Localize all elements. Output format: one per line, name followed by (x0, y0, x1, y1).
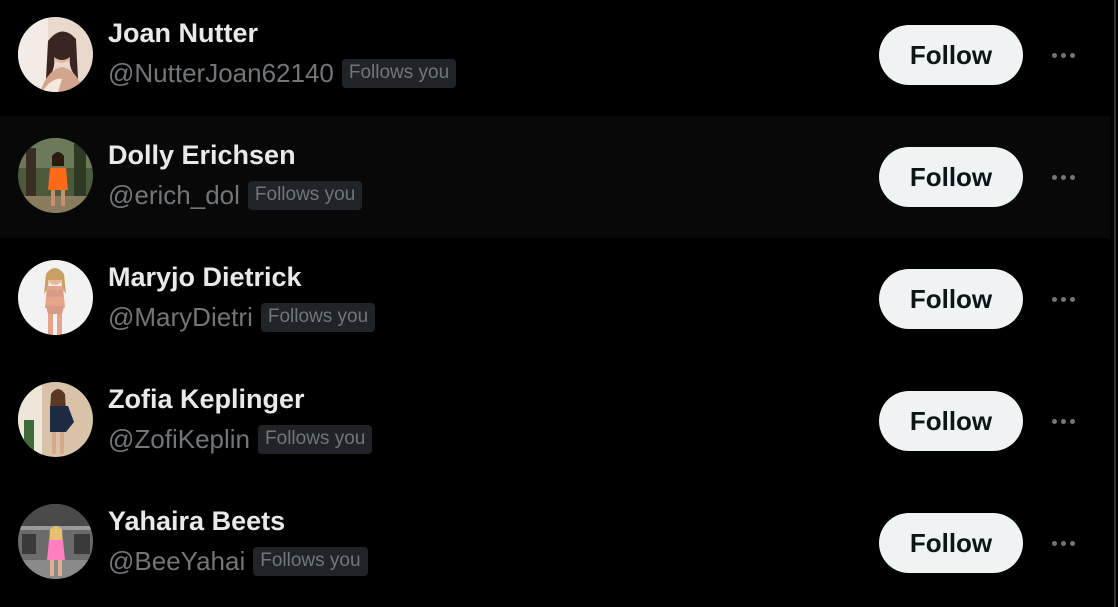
user-handle[interactable]: @erich_dol (108, 178, 240, 212)
display-name[interactable]: Maryjo Dietrick (108, 260, 302, 294)
user-row[interactable]: Zofia Keplinger @ZofiKeplin Follows you … (0, 360, 1110, 482)
follow-button[interactable]: Follow (879, 25, 1023, 85)
more-horizontal-icon[interactable] (1041, 279, 1085, 319)
follow-button[interactable]: Follow (879, 147, 1023, 207)
avatar[interactable] (18, 260, 93, 335)
follows-you-badge: Follows you (341, 58, 457, 88)
follows-you-badge: Follows you (247, 180, 363, 210)
follow-button[interactable]: Follow (879, 269, 1023, 329)
display-name[interactable]: Joan Nutter (108, 16, 258, 50)
user-row[interactable]: Maryjo Dietrick @MaryDietri Follows you … (0, 238, 1110, 360)
follow-button[interactable]: Follow (879, 513, 1023, 573)
display-name[interactable]: Yahaira Beets (108, 504, 285, 538)
follow-button[interactable]: Follow (879, 391, 1023, 451)
more-horizontal-icon[interactable] (1041, 523, 1085, 563)
user-meta: @NutterJoan62140 Follows you (108, 56, 457, 90)
more-horizontal-icon[interactable] (1041, 401, 1085, 441)
user-meta: @MaryDietri Follows you (108, 300, 376, 334)
user-row[interactable]: Dolly Erichsen @erich_dol Follows you Fo… (0, 116, 1110, 238)
user-meta: @ZofiKeplin Follows you (108, 422, 373, 456)
follows-you-badge: Follows you (260, 302, 376, 332)
user-handle[interactable]: @MaryDietri (108, 300, 253, 334)
more-horizontal-icon[interactable] (1041, 35, 1085, 75)
display-name[interactable]: Zofia Keplinger (108, 382, 305, 416)
follower-list: Joan Nutter @NutterJoan62140 Follows you… (0, 0, 1116, 607)
avatar[interactable] (18, 138, 93, 213)
user-row[interactable]: Yahaira Beets @BeeYahai Follows you Foll… (0, 482, 1110, 604)
user-handle[interactable]: @NutterJoan62140 (108, 56, 334, 90)
follows-you-badge: Follows you (253, 546, 368, 576)
user-row[interactable]: Joan Nutter @NutterJoan62140 Follows you… (0, 0, 1110, 122)
avatar[interactable] (18, 504, 93, 579)
user-meta: @BeeYahai Follows you (108, 544, 368, 578)
follows-you-badge: Follows you (258, 424, 373, 454)
column-divider (1114, 0, 1116, 607)
user-handle[interactable]: @BeeYahai (108, 544, 245, 578)
user-meta: @erich_dol Follows you (108, 178, 363, 212)
avatar[interactable] (18, 17, 93, 92)
more-horizontal-icon[interactable] (1041, 157, 1085, 197)
avatar[interactable] (18, 382, 93, 457)
display-name[interactable]: Dolly Erichsen (108, 138, 296, 172)
user-handle[interactable]: @ZofiKeplin (108, 422, 250, 456)
